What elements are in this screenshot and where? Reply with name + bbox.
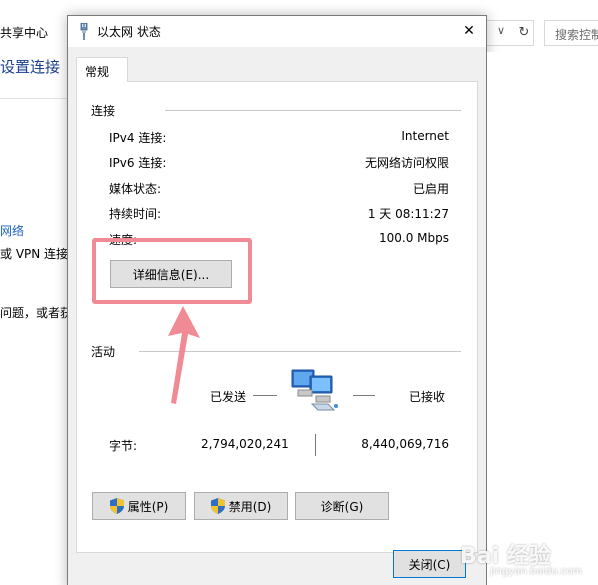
- properties-button[interactable]: 属性(P): [92, 492, 186, 520]
- received-connector-line: [353, 395, 375, 396]
- disable-button[interactable]: 禁用(D): [194, 492, 288, 520]
- background-window-title: 共享中心: [0, 26, 49, 40]
- disable-label: 禁用(D): [228, 499, 272, 514]
- media-state-label: 媒体状态:: [109, 182, 162, 196]
- activity-group-label: 活动: [91, 345, 116, 359]
- bytes-label: 字节:: [109, 439, 138, 453]
- bytes-divider: [315, 434, 316, 456]
- duration-value: 1 天 08:11:27: [367, 207, 449, 221]
- ipv4-label: IPv4 连接:: [109, 131, 167, 145]
- divider: [0, 98, 68, 99]
- shield-icon: [109, 498, 124, 514]
- annotation-arrow-icon: [168, 306, 200, 404]
- connection-group-line: [165, 110, 461, 111]
- properties-label: 属性(P): [127, 499, 169, 514]
- title-bar[interactable]: 以太网 状态 ✕: [68, 16, 486, 47]
- network-link[interactable]: 网络: [0, 222, 24, 239]
- bytes-received-value: 8,440,069,716: [361, 437, 449, 451]
- shield-icon: [210, 498, 225, 514]
- media-state-value: 已启用: [412, 182, 449, 196]
- ipv6-value: 无网络访问权限: [364, 156, 449, 170]
- vpn-text: 或 VPN 连接: [0, 247, 69, 261]
- network-computers-icon: [291, 369, 338, 411]
- bytes-sent-value: 2,794,020,241: [201, 437, 289, 451]
- ipv6-label: IPv6 连接:: [109, 156, 167, 170]
- dialog-title: 以太网 状态: [97, 25, 161, 39]
- setup-connection-link[interactable]: 设置连接: [0, 56, 60, 77]
- search-input[interactable]: 搜索控制: [544, 20, 598, 46]
- general-panel: 连接 IPv4 连接: Internet IPv6 连接: 无网络访问权限 媒体…: [76, 81, 478, 553]
- ipv4-value: Internet: [401, 129, 449, 143]
- chevron-down-icon[interactable]: ∨: [497, 24, 505, 37]
- refresh-icon[interactable]: ↻: [514, 21, 534, 45]
- ethernet-cable-icon: [80, 23, 88, 40]
- watermark-url: jingyan.baidu.com: [490, 566, 583, 577]
- duration-label: 持续时间:: [109, 207, 162, 221]
- diagnose-button[interactable]: 诊断(G): [295, 492, 389, 520]
- connection-group-label: 连接: [91, 104, 116, 118]
- speed-value: 100.0 Mbps: [378, 231, 449, 245]
- sent-connector-line: [253, 395, 277, 396]
- close-icon[interactable]: ✕: [452, 16, 486, 47]
- annotation-highlight-box: [92, 238, 252, 304]
- sent-label: 已发送: [210, 390, 247, 404]
- background-window-area: [487, 52, 598, 585]
- received-label: 已接收: [409, 390, 446, 404]
- problem-text: 问题，或者获: [0, 306, 73, 320]
- tab-general[interactable]: 常规: [76, 57, 128, 82]
